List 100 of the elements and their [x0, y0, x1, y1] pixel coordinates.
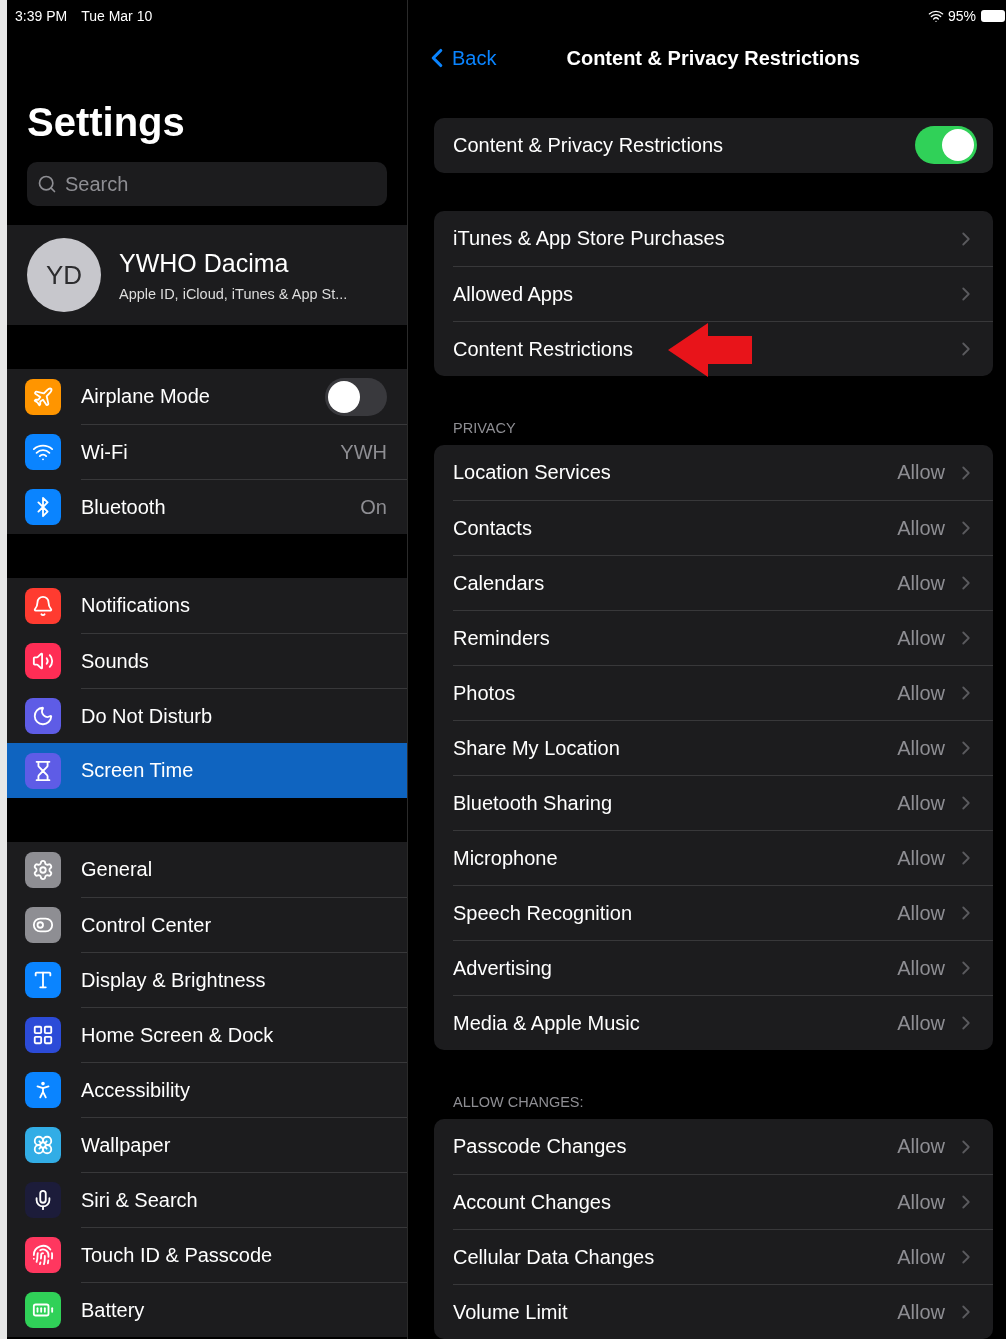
profile-name: YWHO Dacima [119, 248, 290, 278]
battery-icon [980, 9, 1006, 24]
profile-card[interactable]: YD YWHO Dacima Apple ID, iCloud, iTunes & App St... [7, 225, 407, 325]
row-label: Content Restrictions [453, 337, 634, 361]
row-value: Allow [897, 846, 945, 870]
row-label: Speech Recognition [453, 901, 632, 925]
sidebar-item[interactable]: Sounds [7, 633, 407, 688]
row-label: Passcode Changes [453, 1135, 627, 1158]
item-label: General [81, 858, 153, 881]
row-value: Allow [897, 1135, 945, 1158]
settings-row[interactable]: Content & Privacy Restrictions [434, 117, 993, 173]
row-value: Allow [897, 516, 945, 540]
row-value: Allow [897, 1300, 945, 1324]
item-label: Display & Brightness [81, 968, 266, 992]
settings-row[interactable]: iTunes & App Store Purchases [434, 211, 993, 266]
settings-row[interactable]: Location Services Allow [434, 445, 993, 500]
row-label: Reminders [453, 626, 550, 650]
sidebar-item[interactable]: Screen Time [7, 743, 407, 798]
row-value: Allow [897, 571, 945, 595]
item-label: Notifications [81, 594, 190, 617]
item-value: YWH [340, 440, 387, 464]
row-value: Allow [897, 461, 945, 484]
profile-subtitle: Apple ID, iCloud, iTunes & App St... [119, 285, 348, 302]
item-label: Home Screen & Dock [81, 1023, 274, 1047]
settings-row[interactable]: Passcode Changes Allow [434, 1119, 993, 1174]
section-header: ALLOW CHANGES: [453, 1094, 585, 1110]
toggle-switch[interactable] [325, 377, 387, 416]
row-value: Allow [897, 791, 945, 815]
toggle-switch[interactable] [915, 126, 977, 165]
item-label: Siri & Search [81, 1188, 198, 1212]
item-label: Control Center [81, 913, 212, 937]
row-value: Allow [897, 626, 945, 650]
row-label: Calendars [453, 571, 545, 595]
row-label: Location Services [453, 461, 611, 484]
sidebar-item[interactable]: Touch ID & Passcode [7, 1227, 407, 1282]
item-value: On [360, 495, 387, 519]
settings-row[interactable]: Share My Location Allow [434, 720, 993, 775]
sidebar-item[interactable]: Siri & Search [7, 1172, 407, 1227]
section-header: PRIVACY [453, 420, 517, 436]
wifi-icon [927, 8, 944, 25]
settings-row[interactable]: Content Restrictions [434, 321, 993, 376]
item-label: Wi-Fi [81, 440, 128, 464]
row-value: Allow [897, 956, 945, 980]
settings-row[interactable]: Photos Allow [434, 665, 993, 720]
row-value: Allow [897, 1011, 945, 1035]
search-field[interactable]: Search [27, 162, 387, 206]
settings-row[interactable]: Advertising Allow [434, 940, 993, 995]
sidebar-item[interactable]: Wi-Fi YWH [7, 424, 407, 479]
settings-row[interactable]: Media & Apple Music Allow [434, 995, 993, 1050]
row-label: Microphone [453, 846, 558, 870]
sidebar-item[interactable]: Notifications [7, 578, 407, 633]
search-icon [37, 174, 57, 194]
row-label: Contacts [453, 516, 532, 540]
row-label: Account Changes [453, 1190, 611, 1214]
row-label: Photos [453, 681, 516, 705]
row-label: Advertising [453, 956, 552, 980]
item-label: Touch ID & Passcode [81, 1243, 273, 1267]
settings-row[interactable]: Bluetooth Sharing Allow [434, 775, 993, 830]
row-label: Allowed Apps [453, 282, 574, 306]
status-time: 3:39 PM [15, 8, 68, 26]
sidebar-item[interactable]: Accessibility [7, 1062, 407, 1117]
sidebar-item[interactable]: Home Screen & Dock [7, 1007, 407, 1062]
settings-row[interactable]: Allowed Apps [434, 266, 993, 321]
row-label: Bluetooth Sharing [453, 791, 612, 815]
sidebar-item[interactable]: Control Center [7, 897, 407, 952]
settings-row[interactable]: Cellular Data Changes Allow [434, 1229, 993, 1284]
sidebar-item[interactable]: Bluetooth On [7, 479, 407, 534]
item-label: Battery [81, 1298, 145, 1322]
nav-title: Content & Privacy Restrictions [566, 46, 860, 70]
settings-row[interactable]: Account Changes Allow [434, 1174, 993, 1229]
item-label: Do Not Disturb [81, 704, 213, 728]
row-label: Volume Limit [453, 1300, 568, 1324]
sidebar-item[interactable]: Wallpaper [7, 1117, 407, 1172]
item-label: Accessibility [81, 1078, 190, 1102]
battery-percent: 95% [947, 8, 976, 25]
row-label: Media & Apple Music [453, 1011, 640, 1035]
sidebar-item[interactable]: Display & Brightness [7, 952, 407, 1007]
settings-row[interactable]: Volume Limit Allow [434, 1284, 993, 1339]
settings-row[interactable]: Microphone Allow [434, 830, 993, 885]
settings-row[interactable]: Reminders Allow [434, 610, 993, 665]
row-value: Allow [897, 1190, 945, 1214]
item-label: Airplane Mode [81, 385, 210, 408]
sidebar-item[interactable]: Airplane Mode [7, 369, 407, 424]
row-value: Allow [897, 681, 945, 705]
avatar: YD [27, 238, 101, 312]
row-label: iTunes & App Store Purchases [453, 227, 725, 250]
settings-row[interactable]: Speech Recognition Allow [434, 885, 993, 940]
settings-row[interactable]: Calendars Allow [434, 555, 993, 610]
row-label: Content & Privacy Restrictions [453, 133, 724, 157]
settings-row[interactable]: Contacts Allow [434, 500, 993, 555]
item-label: Screen Time [81, 759, 194, 782]
sidebar-item[interactable]: Battery [7, 1282, 407, 1337]
back-link[interactable]: Back [422, 43, 497, 74]
item-label: Bluetooth [81, 495, 166, 519]
sidebar-item[interactable]: General [7, 842, 407, 897]
row-value: Allow [897, 1245, 945, 1269]
page-title: Settings [27, 100, 186, 146]
status-date: Tue Mar 10 [81, 8, 153, 26]
row-label: Cellular Data Changes [453, 1245, 655, 1269]
item-label: Sounds [81, 649, 149, 673]
